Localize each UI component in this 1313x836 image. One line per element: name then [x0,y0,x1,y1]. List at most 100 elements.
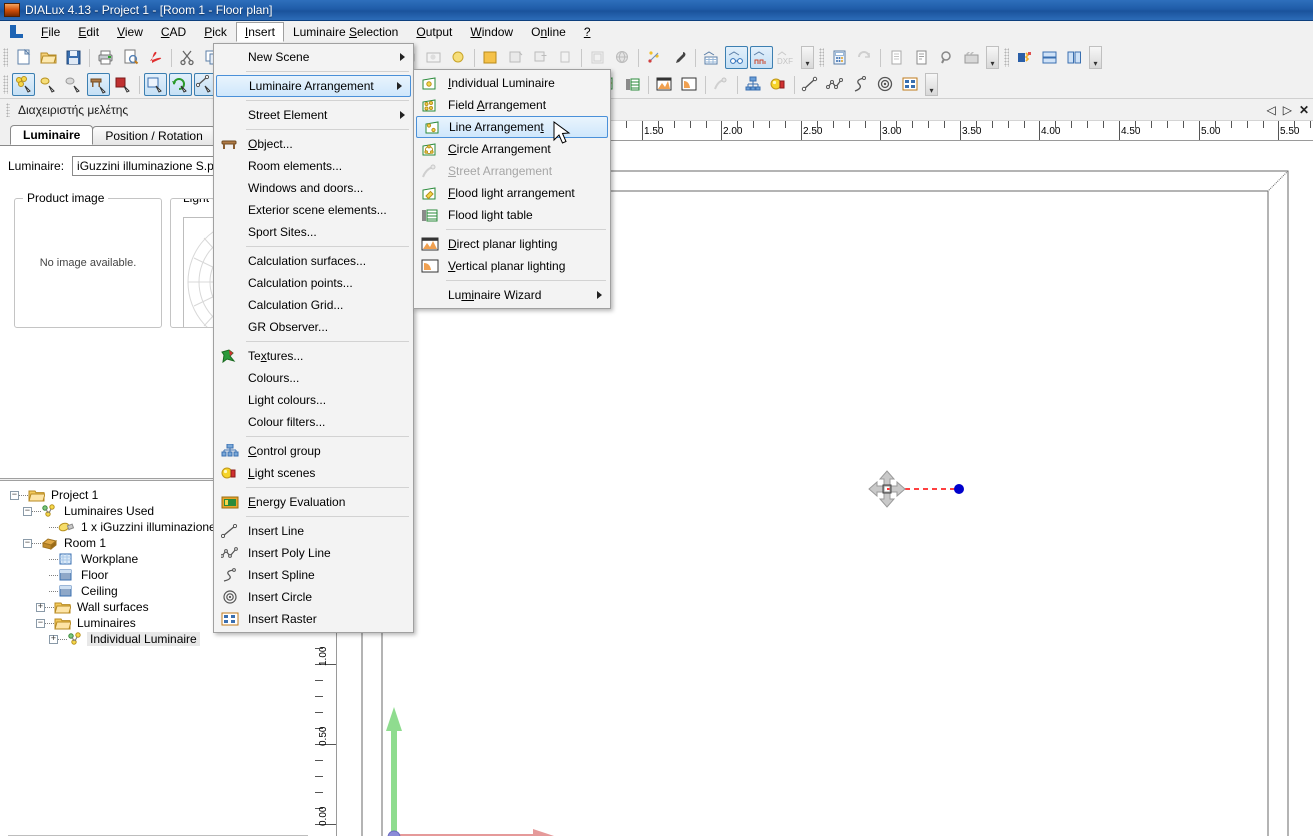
expander-icon[interactable]: − [36,618,45,628]
export-pdf-button[interactable] [144,46,167,69]
submenu-item-flood-light-arrangement[interactable]: Flood light arrangement [414,182,610,204]
tab-luminaire[interactable]: Luminaire [10,125,94,145]
surface-button[interactable] [554,46,577,69]
menu-item-insert-spline[interactable]: Insert Spline [214,564,413,586]
cut-button[interactable] [176,46,199,69]
menu-item-sport-sites[interactable]: Sport Sites... [214,221,413,243]
tile-vertical-button[interactable] [1063,46,1086,69]
menu-cad[interactable]: CAD [152,22,195,42]
menu-item-colour-filters[interactable]: Colour filters... [214,411,413,433]
print-button[interactable] [94,46,117,69]
dxf-button[interactable]: DXF [775,46,798,69]
expander-icon[interactable]: + [49,634,58,644]
toolbar-overflow-button[interactable]: ▾ [986,46,999,69]
toolbar-grip[interactable] [3,75,8,94]
menu-item-insert-raster[interactable]: Insert Raster [214,608,413,630]
find-button[interactable] [935,46,958,69]
menu-item-luminaire-arrangement[interactable]: Luminaire Arrangement [216,75,411,97]
direct-planar-lighting-button[interactable] [653,73,676,96]
menu-item-insert-line[interactable]: Insert Line [214,520,413,542]
menu-item-control-group[interactable]: Control group [214,440,413,462]
doc-next-icon[interactable]: ▷ [1283,103,1292,117]
menu-view[interactable]: View [108,22,152,42]
tree-node-individual-luminaire[interactable]: + Individual Luminaire [6,631,315,647]
menu-item-room-elements[interactable]: Room elements... [214,155,413,177]
submenu-item-direct-planar-lighting[interactable]: Direct planar lighting [414,233,610,255]
menu-item-insert-circle[interactable]: Insert Circle [214,586,413,608]
menu-item-calculation-points[interactable]: Calculation points... [214,272,413,294]
menu-edit[interactable]: Edit [69,22,108,42]
tab-position-rotation[interactable]: Position / Rotation [92,126,216,145]
menu-item-textures[interactable]: Textures... [214,345,413,367]
expander-icon[interactable]: − [10,490,19,500]
insert-spline-button[interactable] [849,73,872,96]
print-preview-button[interactable] [119,46,142,69]
cad-export-button[interactable] [750,46,773,69]
menu-item-insert-poly-line[interactable]: Insert Poly Line [214,542,413,564]
menu-item-street-element[interactable]: Street Element [214,104,413,126]
submenu-item-line-arrangement[interactable]: Line Arrangement [416,116,608,138]
menu-output[interactable]: Output [407,22,461,42]
menu-file[interactable]: FFileile [32,22,69,42]
menu-item-object[interactable]: Object... [214,133,413,155]
pick-rotate-button[interactable] [169,73,192,96]
insert-circle-button[interactable] [874,73,897,96]
menu-item-energy-evaluation[interactable]: Energy Evaluation [214,491,413,513]
panel-drag-handle[interactable] [6,103,10,117]
doc-close-icon[interactable]: ✕ [1299,103,1309,117]
submenu-item-individual-luminaire[interactable]: Individual Luminaire [414,72,610,94]
report-button[interactable] [885,46,908,69]
menu-item-gr-observer[interactable]: GR Observer... [214,316,413,338]
pick-luminaire-button[interactable] [12,73,35,96]
add-object-button[interactable] [529,46,552,69]
animation-button[interactable] [960,46,983,69]
menu-window[interactable]: Window [461,22,522,42]
expander-icon[interactable]: − [23,538,32,548]
menu-luminaire-selection[interactable]: Luminaire Selection [284,22,407,42]
control-group-button[interactable] [742,73,765,96]
toolbar-overflow-button[interactable]: ▾ [801,46,814,69]
measure-button[interactable] [643,46,666,69]
insert-polyline-button[interactable] [824,73,847,96]
submenu-item-flood-light-table[interactable]: Flood light table [414,204,610,226]
menu-item-new-scene[interactable]: New Scene [214,46,413,68]
vertical-planar-lighting-button[interactable] [678,73,701,96]
menu-item-calculation-surfaces[interactable]: Calculation surfaces... [214,250,413,272]
save-button[interactable] [62,46,85,69]
menu-pick[interactable]: Pick [195,22,236,42]
pick-object-button[interactable] [87,73,110,96]
submenu-item-luminaire-wizard[interactable]: Luminaire Wizard [414,284,610,306]
expander-icon[interactable]: − [23,506,32,516]
cad-import-button[interactable] [725,46,748,69]
open-file-button[interactable] [37,46,60,69]
submenu-item-vertical-planar-lighting[interactable]: Vertical planar lighting [414,255,610,277]
tile-horizontal-button[interactable] [1038,46,1061,69]
room-colors-button[interactable] [479,46,502,69]
pick-surface-button[interactable] [62,73,85,96]
render-button[interactable] [422,46,445,69]
light-scene-toolbar-button[interactable] [447,46,470,69]
menu-item-exterior-scene-elements[interactable]: Exterior scene elements... [214,199,413,221]
menu-online[interactable]: Online [522,22,575,42]
toolbar-overflow-button[interactable]: ▾ [1089,46,1102,69]
menu-item-calculation-grid[interactable]: Calculation Grid... [214,294,413,316]
submenu-item-circle-arrangement[interactable]: Circle Arrangement [414,138,610,160]
globe-button[interactable] [611,46,634,69]
texture-map-button[interactable] [586,46,609,69]
document-button[interactable] [910,46,933,69]
pick-area-button[interactable] [144,73,167,96]
expander-icon[interactable]: + [36,602,45,612]
menu-item-windows-and-doors[interactable]: Windows and doors... [214,177,413,199]
menu-help[interactable]: ? [575,22,600,42]
toolbar-grip[interactable] [819,48,824,67]
toolbar-overflow-button[interactable]: ▾ [925,73,938,96]
pick-light-button[interactable] [37,73,60,96]
edit-object-button[interactable] [504,46,527,69]
new-file-button[interactable] [12,46,35,69]
toolbar-grip[interactable] [3,48,8,67]
street-arrangement-button[interactable] [710,73,733,96]
menu-item-colours[interactable]: Colours... [214,367,413,389]
light-scenes-button[interactable] [767,73,790,96]
insert-line-button[interactable] [799,73,822,96]
refresh-button[interactable] [853,46,876,69]
